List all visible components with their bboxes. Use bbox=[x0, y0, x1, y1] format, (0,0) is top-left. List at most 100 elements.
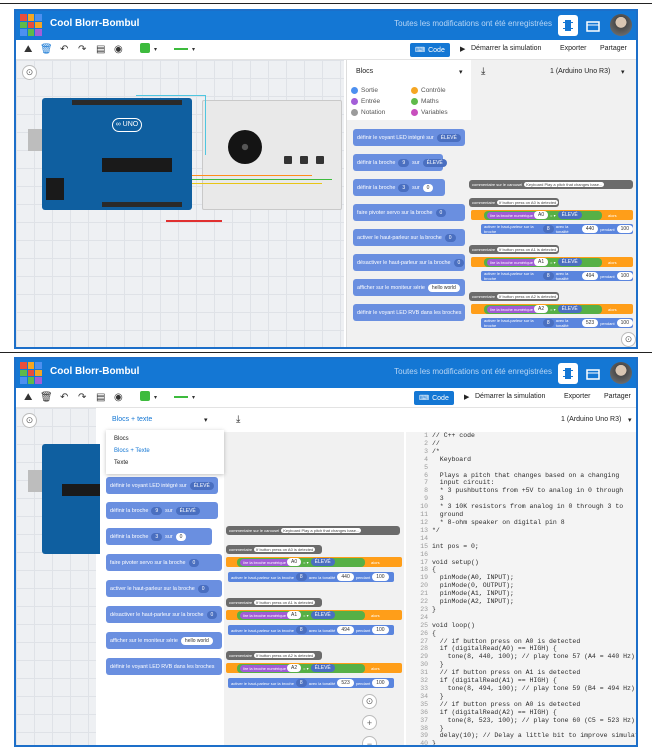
comment-block[interactable]: commentaire sur le carousel Keyboard Play… bbox=[469, 180, 633, 189]
mode-select[interactable]: Blocs bbox=[356, 68, 373, 75]
share-button[interactable]: Partager bbox=[604, 393, 631, 400]
tone-block[interactable]: activer le haut-parleur sur la broche 8 av… bbox=[228, 572, 394, 582]
piezo-buzzer[interactable] bbox=[228, 130, 262, 164]
delete-icon[interactable]: 🗑 bbox=[40, 44, 53, 55]
block-led-builtin[interactable]: définir le voyant LED intégré sur ÉLEVÉ bbox=[106, 477, 218, 494]
color-picker[interactable] bbox=[140, 391, 150, 401]
list-view-button[interactable] bbox=[582, 363, 602, 384]
wire-style-picker[interactable] bbox=[174, 396, 188, 398]
comment-block[interactable]: commentaire If button press on A1 is dete… bbox=[226, 598, 322, 607]
tone-block[interactable]: activer le haut-parleur sur la broche 8 av… bbox=[481, 224, 633, 234]
category-entree[interactable]: Entrée bbox=[351, 98, 380, 105]
block-set-pin[interactable]: définir la broche 9 sur ÉLEVÉ bbox=[106, 502, 218, 519]
tone-block[interactable]: activer le haut-parleur sur la broche 8 av… bbox=[481, 271, 633, 281]
zoom-fit-icon[interactable]: ⛰ bbox=[24, 392, 32, 403]
project-title[interactable]: Cool Blorr-Bombul bbox=[50, 18, 139, 29]
play-icon[interactable]: ▶ bbox=[464, 393, 469, 401]
breadboard[interactable] bbox=[202, 100, 342, 210]
code-editor[interactable]: 1 2 3 4 5 6 7 8 9 10 11 12 13 14 15 16 1… bbox=[406, 432, 636, 745]
comment-block[interactable]: commentaire If button press on A0 is dete… bbox=[469, 198, 559, 207]
compare-block[interactable]: lire la broche numérique A1 = ▾ ÉLEVÉ bbox=[237, 610, 365, 620]
compare-block[interactable]: lire la broche numérique A1 = ▾ ÉLEVÉ bbox=[484, 257, 602, 267]
pushbutton[interactable] bbox=[316, 156, 324, 164]
undo-icon[interactable]: ↶ bbox=[60, 392, 68, 403]
wire-style-picker[interactable] bbox=[174, 48, 188, 50]
digital-read-block[interactable]: lire la broche numérique A1 bbox=[487, 258, 549, 266]
download-icon[interactable]: ⤓ bbox=[236, 414, 240, 425]
category-controle[interactable]: Contrôle bbox=[411, 87, 446, 94]
color-picker[interactable] bbox=[140, 43, 150, 53]
notes-icon[interactable]: ▤ bbox=[96, 392, 105, 403]
redo-icon[interactable]: ↷ bbox=[78, 392, 86, 403]
if-block[interactable]: lire la broche numérique A0 = ▾ ÉLEVÉ alors bbox=[226, 557, 402, 567]
board-select[interactable]: 1 (Arduino Uno R3) bbox=[550, 68, 610, 75]
tone-block[interactable]: activer le haut-parleur sur la broche 8 av… bbox=[228, 625, 394, 635]
export-button[interactable]: Exporter bbox=[560, 45, 586, 52]
pushbutton[interactable] bbox=[284, 156, 292, 164]
category-notation[interactable]: Notation bbox=[351, 109, 385, 116]
wire[interactable] bbox=[136, 95, 206, 155]
code-text[interactable]: // C++ code // /* Keyboard Plays a pitch… bbox=[432, 432, 636, 745]
if-block[interactable]: lire la broche numérique A0 = ▾ ÉLEVÉ alors bbox=[471, 210, 633, 220]
chevron-down-icon[interactable]: ▾ bbox=[621, 68, 625, 76]
user-avatar[interactable] bbox=[610, 362, 632, 384]
chevron-down-icon[interactable]: ▾ bbox=[192, 46, 195, 53]
digital-read-block[interactable]: lire la broche numérique A2 bbox=[487, 305, 549, 313]
digital-read-block[interactable]: lire la broche numérique A2 bbox=[240, 664, 302, 672]
compare-block[interactable]: lire la broche numérique A0 = ▾ ÉLEVÉ bbox=[484, 210, 602, 220]
chevron-down-icon[interactable]: ▾ bbox=[154, 46, 157, 53]
undo-icon[interactable]: ↶ bbox=[60, 44, 68, 55]
compare-block[interactable]: lire la broche numérique A2 = ▾ ÉLEVÉ bbox=[237, 663, 365, 673]
block-speaker-on[interactable]: activer le haut-parleur sur la broche 0 bbox=[106, 580, 222, 597]
block-speaker-on[interactable]: activer le haut-parleur sur la broche 0 bbox=[353, 229, 465, 246]
zoom-in-icon[interactable]: + bbox=[362, 715, 377, 730]
visibility-icon[interactable]: ◉ bbox=[114, 44, 123, 55]
chevron-down-icon[interactable]: ▾ bbox=[192, 394, 195, 401]
chevron-down-icon[interactable]: ▾ bbox=[628, 416, 632, 424]
notes-icon[interactable]: ▤ bbox=[96, 44, 105, 55]
redo-icon[interactable]: ↷ bbox=[78, 44, 86, 55]
user-avatar[interactable] bbox=[610, 14, 632, 36]
circuit-canvas[interactable]: ⊙ ∞ UNO bbox=[16, 60, 344, 347]
comment-block[interactable]: commentaire If button press on A1 is dete… bbox=[469, 245, 559, 254]
if-block[interactable]: lire la broche numérique A2 = ▾ ÉLEVÉ alors bbox=[226, 663, 402, 673]
blocks-workspace[interactable]: commentaire sur le carousel Keyboard Play… bbox=[224, 432, 404, 745]
start-simulation-button[interactable]: Démarrer la simulation bbox=[471, 45, 541, 52]
export-button[interactable]: Exporter bbox=[564, 393, 590, 400]
list-view-button[interactable] bbox=[582, 15, 602, 36]
share-button[interactable]: Partager bbox=[600, 45, 627, 52]
circuit-view-button[interactable] bbox=[558, 15, 578, 36]
block-rgb-led[interactable]: définir le voyant LED RVB dans les broch… bbox=[106, 658, 222, 675]
digital-read-block[interactable]: lire la broche numérique A1 bbox=[240, 611, 302, 619]
play-icon[interactable]: ▶ bbox=[460, 45, 465, 53]
option-blocs[interactable]: Blocs bbox=[114, 436, 129, 442]
code-button[interactable]: ⌨ Code bbox=[414, 391, 454, 405]
digital-read-block[interactable]: lire la broche numérique A0 bbox=[240, 558, 302, 566]
download-icon[interactable]: ⤓ bbox=[481, 66, 485, 77]
board-select[interactable]: 1 (Arduino Uno R3) bbox=[561, 416, 621, 423]
block-speaker-off[interactable]: désactiver le haut-parleur sur la broche… bbox=[353, 254, 465, 271]
project-title[interactable]: Cool Blorr-Bombul bbox=[50, 366, 139, 377]
category-variables[interactable]: Variables bbox=[411, 109, 448, 116]
tone-block[interactable]: activer le haut-parleur sur la broche 8 av… bbox=[228, 678, 394, 688]
zoom-fit-icon[interactable]: ⛰ bbox=[24, 44, 32, 55]
block-set-pin-analog[interactable]: définir la broche 3 sur 0 bbox=[353, 179, 445, 196]
wire[interactable] bbox=[192, 175, 312, 176]
wire[interactable] bbox=[166, 220, 222, 222]
if-block[interactable]: lire la broche numérique A2 = ▾ ÉLEVÉ alors bbox=[471, 304, 633, 314]
comment-block[interactable]: commentaire If button press on A0 is dete… bbox=[226, 545, 322, 554]
zoom-fit-icon[interactable]: ⊙ bbox=[22, 413, 37, 428]
circuit-view-button[interactable] bbox=[558, 363, 578, 384]
block-set-pin-analog[interactable]: définir la broche 3 sur 0 bbox=[106, 528, 212, 545]
block-speaker-off[interactable]: désactiver le haut-parleur sur la broche… bbox=[106, 606, 222, 623]
start-simulation-button[interactable]: Démarrer la simulation bbox=[475, 393, 545, 400]
wire[interactable] bbox=[192, 179, 332, 180]
code-button[interactable]: ⌨ Code bbox=[410, 43, 450, 57]
chevron-down-icon[interactable]: ▾ bbox=[204, 416, 208, 424]
block-servo[interactable]: faire pivoter servo sur la broche 0 bbox=[353, 204, 465, 221]
if-block[interactable]: lire la broche numérique A1 = ▾ ÉLEVÉ alors bbox=[471, 257, 633, 267]
pushbutton[interactable] bbox=[300, 156, 308, 164]
zoom-reset-icon[interactable]: ⊙ bbox=[362, 694, 377, 709]
comment-block[interactable]: commentaire If button press on A2 is dete… bbox=[469, 292, 559, 301]
comment-block[interactable]: commentaire If button press on A2 is dete… bbox=[226, 651, 322, 660]
